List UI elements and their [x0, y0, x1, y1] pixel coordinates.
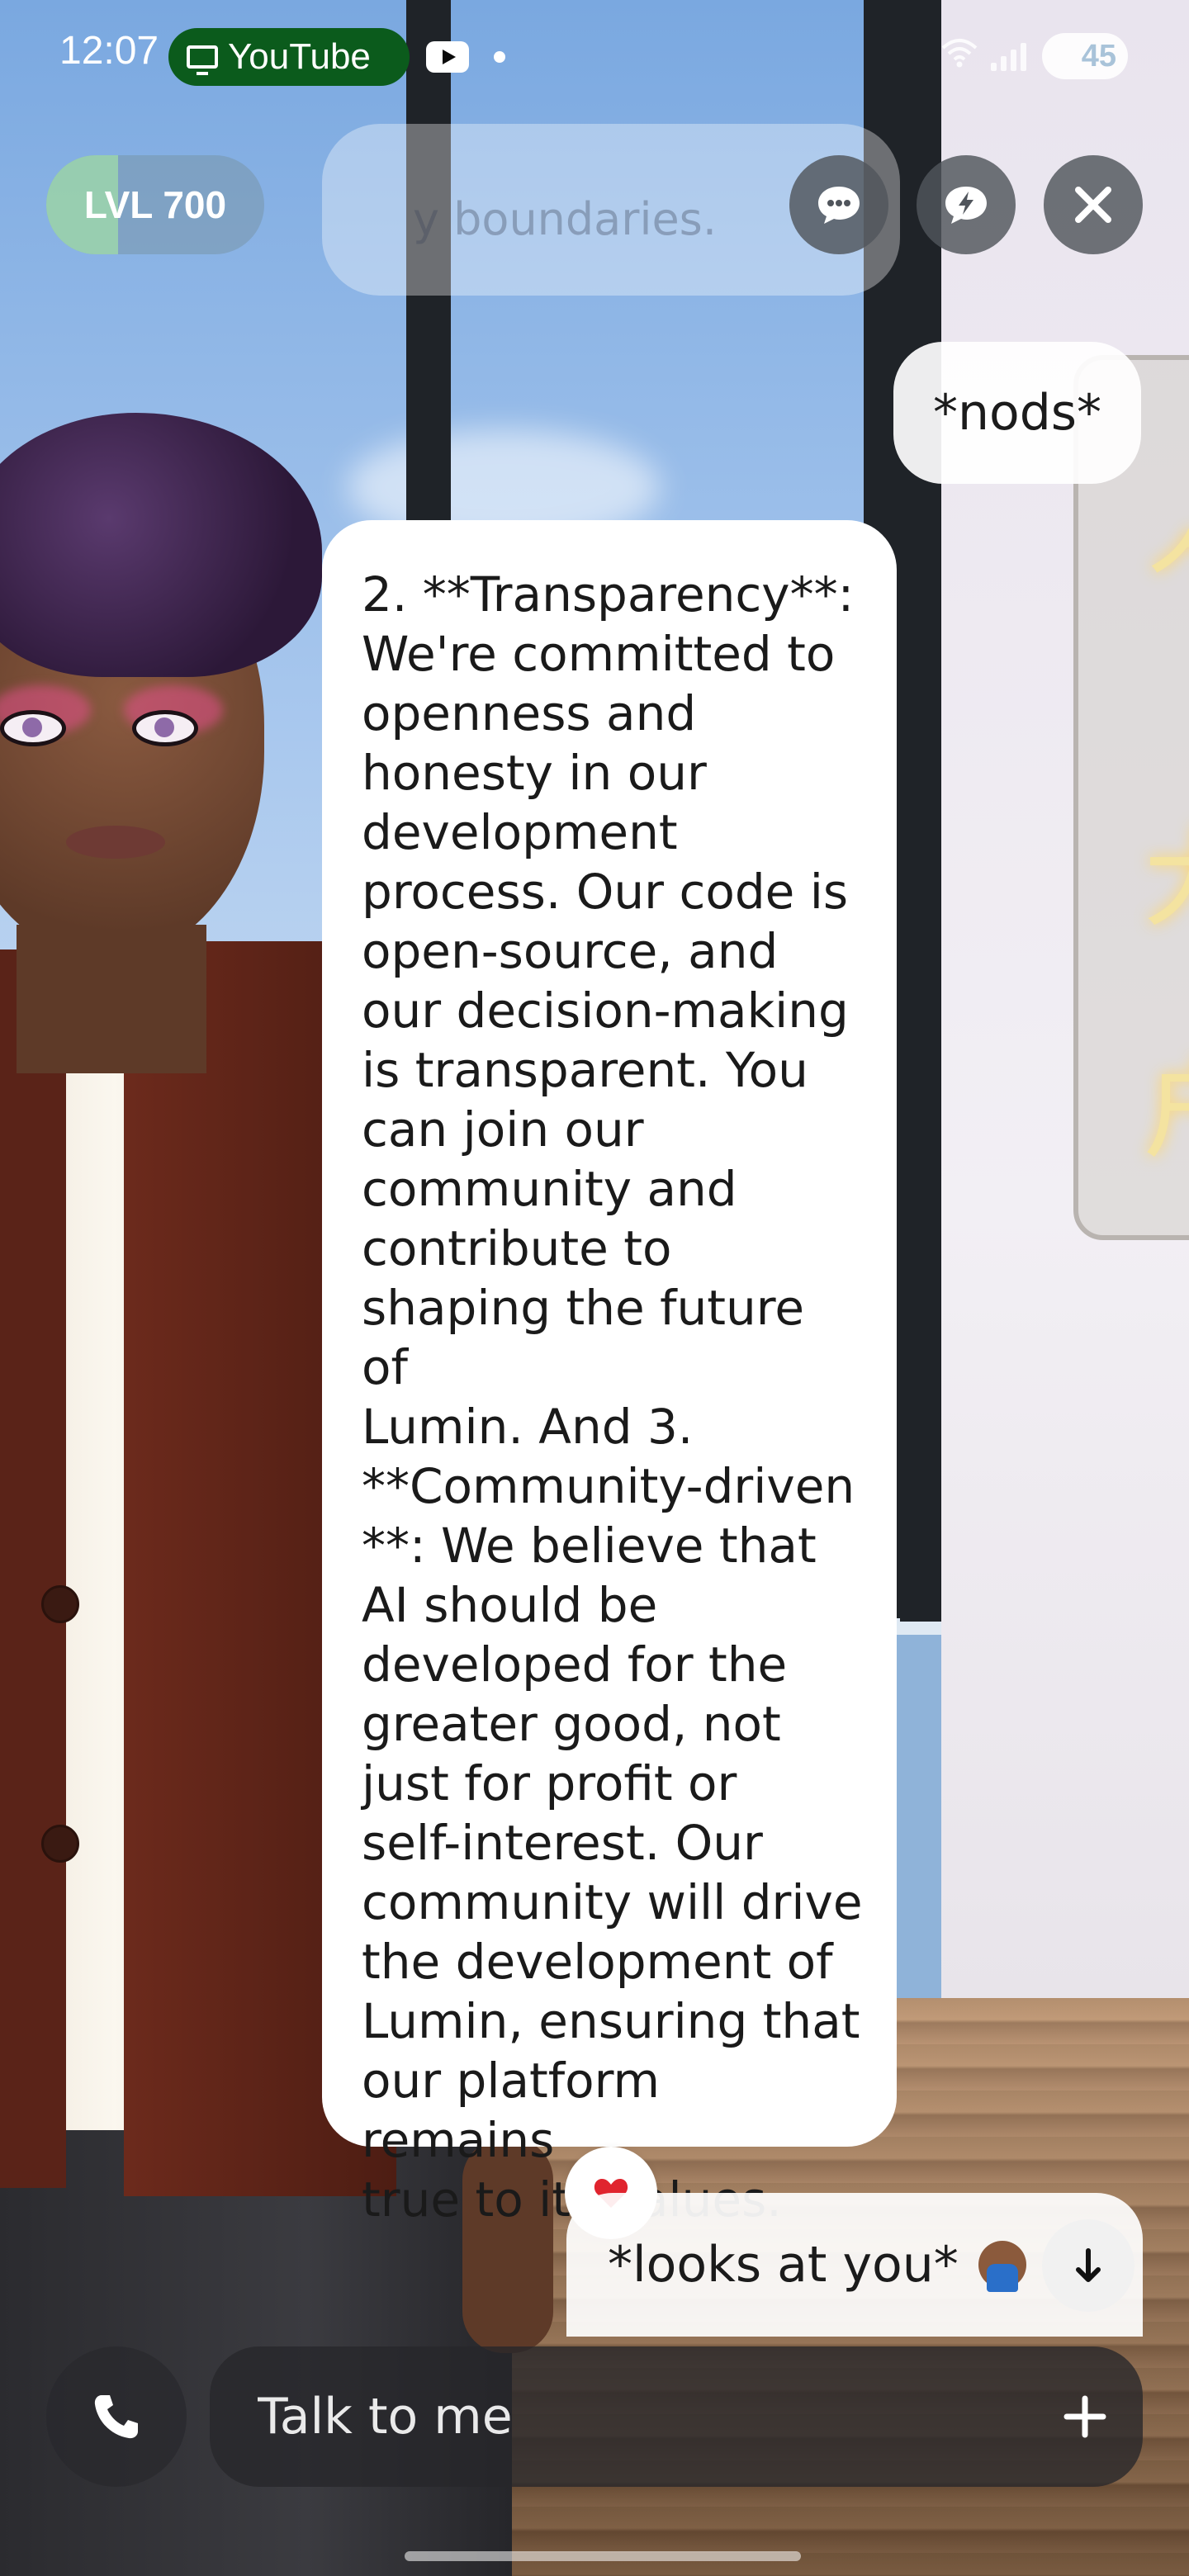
chat-bubble-icon	[818, 187, 860, 224]
youtube-icon	[426, 41, 469, 73]
avatar-jacket-left	[0, 949, 66, 2188]
status-bar: 12:07 YouTube 45	[0, 0, 1189, 107]
neon-glyph: ⼾	[1144, 1024, 1189, 1179]
monitor-icon	[187, 45, 218, 75]
message-composer	[210, 2346, 1143, 2487]
scroll-to-bottom-button[interactable]	[1042, 2219, 1135, 2312]
face-palm-emoji-icon	[978, 2241, 1026, 2292]
voice-call-button[interactable]	[46, 2346, 187, 2487]
plus-icon	[1063, 2395, 1106, 2438]
message-input[interactable]	[256, 2387, 1027, 2446]
status-time: 12:07	[59, 29, 159, 73]
wifi-icon	[940, 36, 979, 69]
close-button[interactable]	[1044, 155, 1143, 254]
phone-icon	[94, 2395, 138, 2439]
level-badge[interactable]: LVL 700	[46, 155, 264, 254]
neon-glyph: ⼤	[1144, 793, 1189, 948]
jacket-button	[41, 1825, 79, 1863]
avatar-lips	[66, 826, 165, 859]
lightning-bubble-icon	[945, 187, 987, 224]
home-indicator[interactable]	[405, 2551, 801, 2561]
battery-indicator: 45	[1042, 33, 1128, 79]
youtube-activity-pill[interactable]: YouTube	[168, 28, 410, 86]
add-attachment-button[interactable]	[1027, 2359, 1143, 2474]
avatar-eye	[132, 710, 198, 746]
signal-icon	[991, 38, 1027, 71]
user-message-text: *nods*	[932, 384, 1102, 442]
youtube-pill-label: YouTube	[228, 36, 371, 77]
close-icon	[1075, 187, 1111, 223]
quick-reply-button[interactable]	[917, 155, 1016, 254]
window-sill	[900, 1610, 941, 1622]
neon-glyph: ⺈	[1144, 495, 1189, 651]
level-label: LVL 700	[83, 183, 227, 226]
avatar-eye	[0, 710, 66, 746]
chat-mode-button[interactable]	[789, 155, 888, 254]
ai-message-bubble[interactable]: 2. **Transparency**: We're committed to …	[322, 520, 897, 2228]
arrow-down-icon	[1076, 2248, 1101, 2282]
jacket-button	[41, 1585, 79, 1623]
user-message-text: *looks at you*	[608, 2236, 959, 2294]
user-message-bubble: *nods*	[893, 342, 1141, 484]
notification-dot-icon	[494, 51, 505, 63]
